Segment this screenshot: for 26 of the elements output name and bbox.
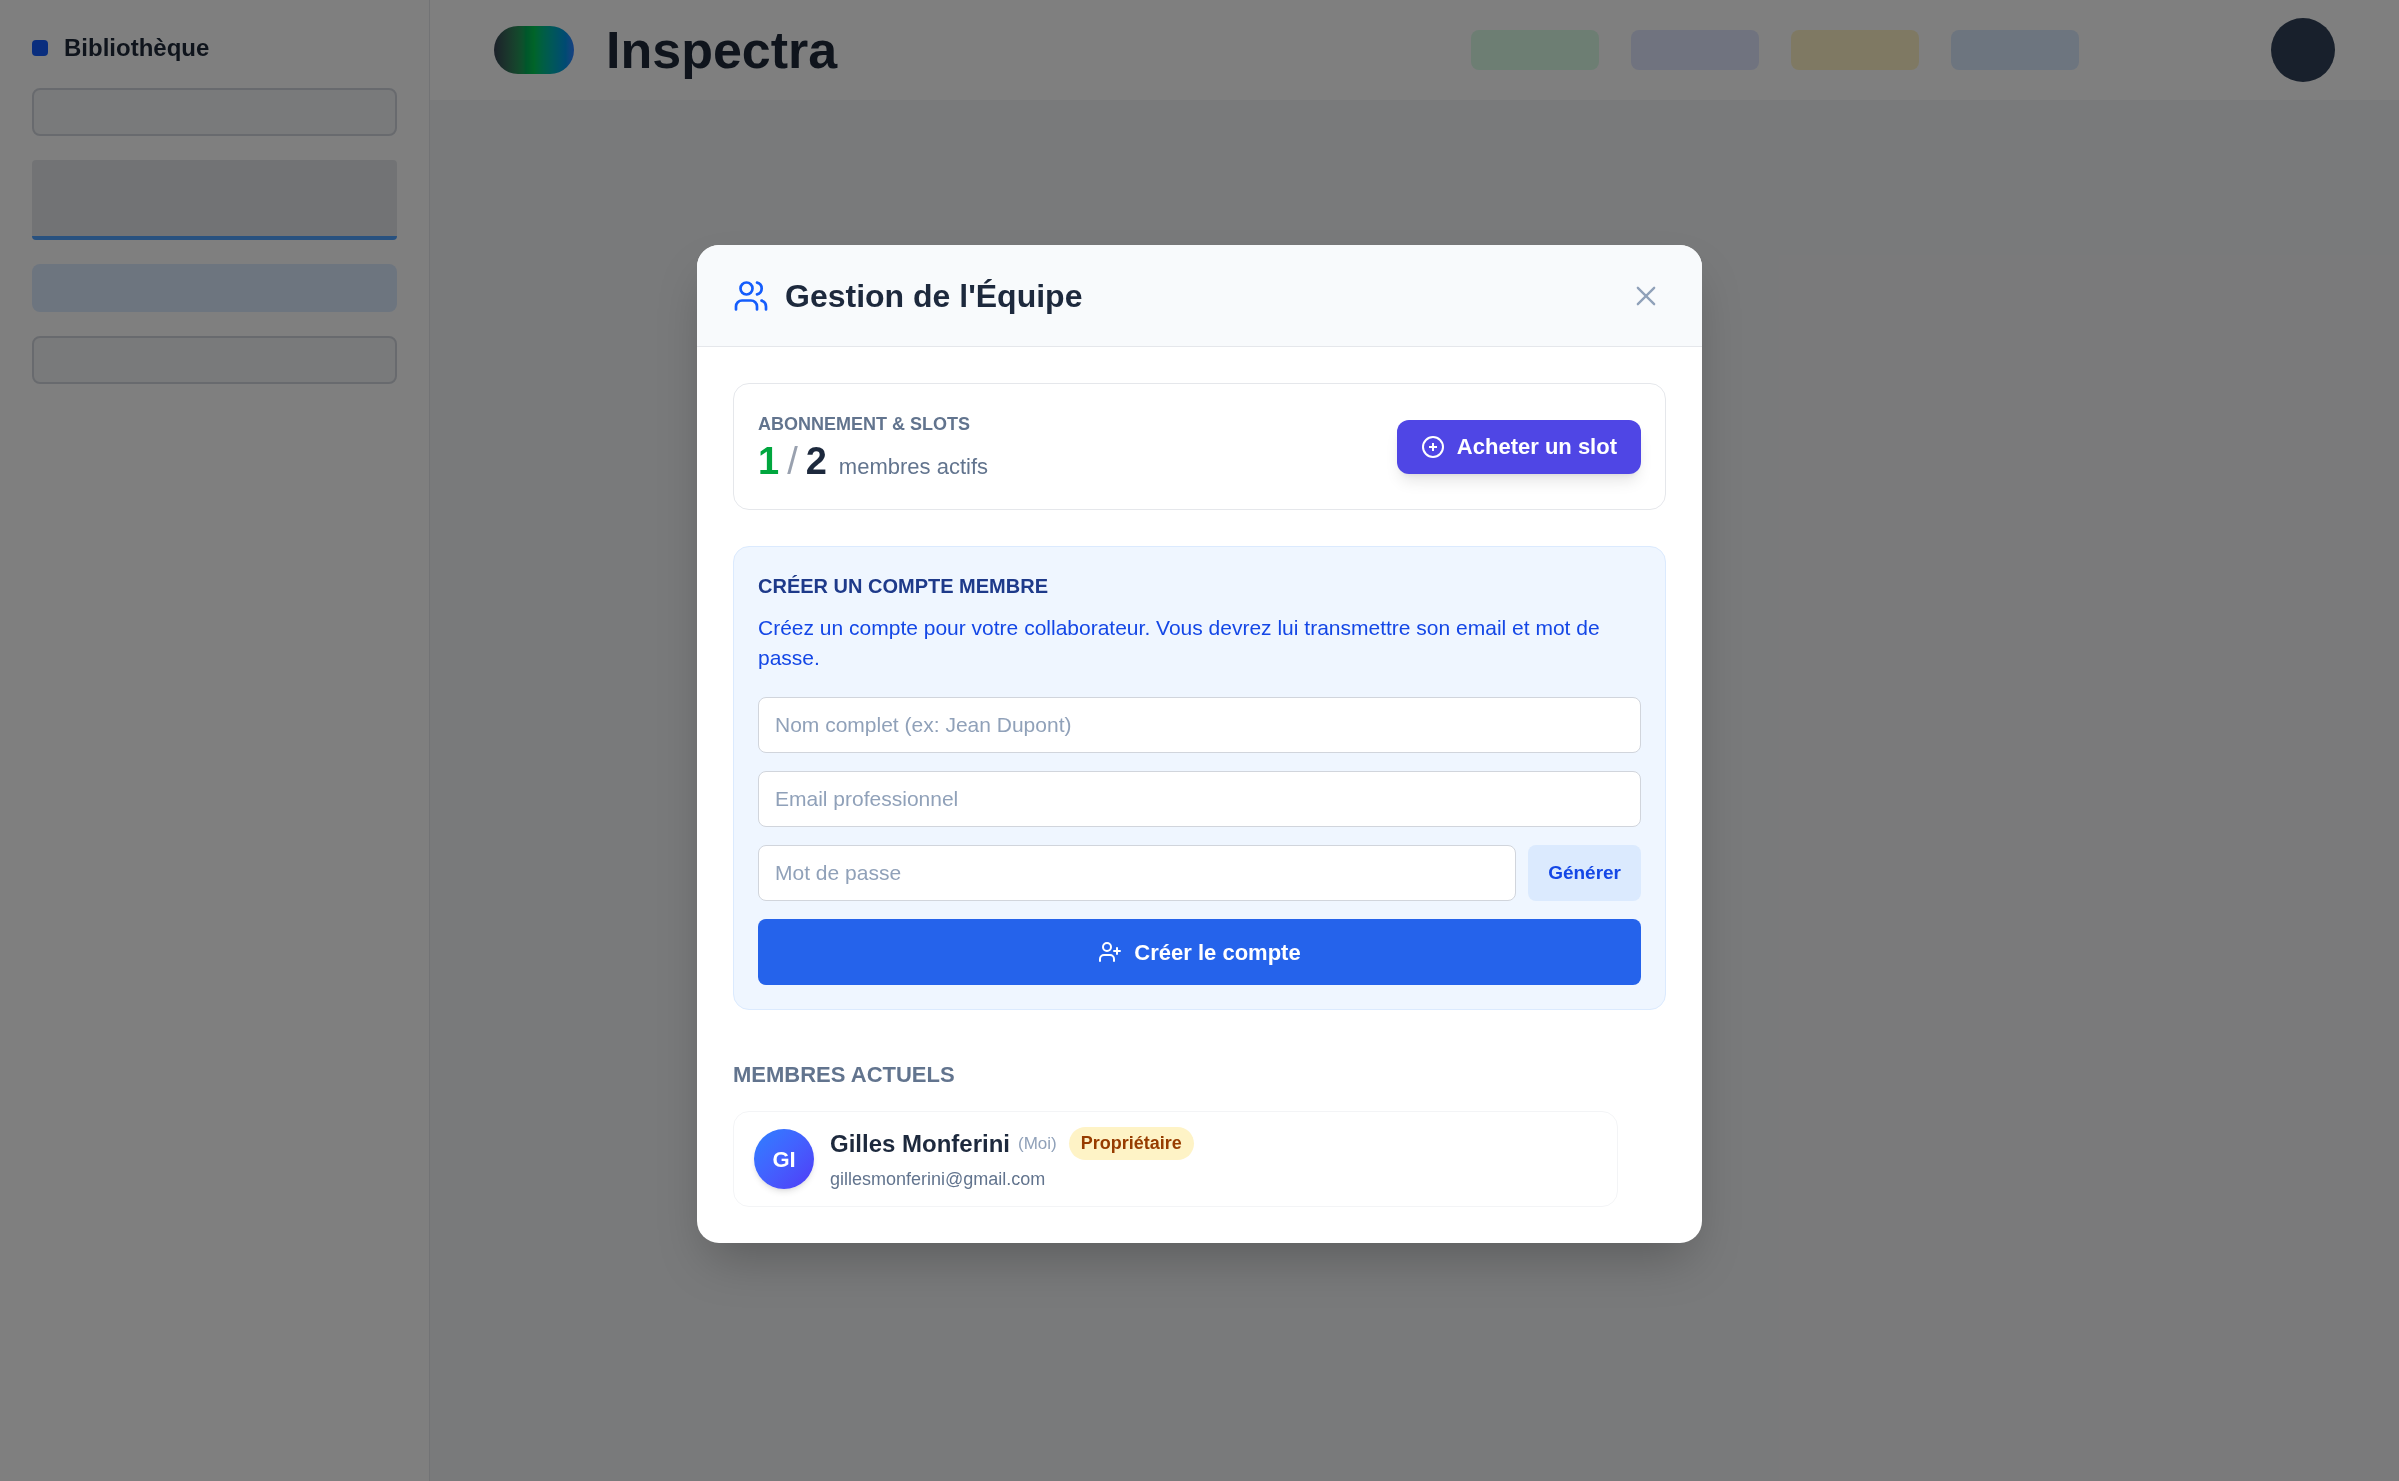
book-icon: [32, 40, 48, 56]
members-heading: MEMBRES ACTUELS: [733, 1061, 956, 1089]
brand-name: Inspectra: [606, 20, 838, 81]
used-count: 1: [758, 441, 780, 480]
total-count: 2: [805, 441, 827, 480]
nav-chip[interactable]: [1791, 30, 1919, 70]
create-heading: CRÉER UN COMPTE MEMBRE: [758, 574, 1049, 599]
input-field[interactable]: Email professionnel: [758, 771, 1641, 827]
create-description: Créez un compte pour votre collaborateur. Vous devrez lui transmettre son email et mot de passe.: [758, 615, 1601, 671]
role-badge: Propriétaire: [1068, 1127, 1194, 1160]
member-avatar: GI: [754, 1129, 814, 1189]
user-plus-icon: [1098, 940, 1123, 964]
input-field[interactable]: Nom complet (ex: Jean Dupont): [758, 697, 1641, 753]
sidebar-title: Bibliothèque: [64, 33, 210, 63]
me-label: (Moi): [1018, 1132, 1057, 1155]
member-name: Gilles Monferini: [830, 1128, 1011, 1159]
subscription-label: ABONNEMENT & SLOTS: [758, 412, 971, 436]
generate-button[interactable]: Générer: [1528, 845, 1641, 901]
count-separator: /: [787, 441, 798, 480]
create-account-button[interactable]: Créer le compte: [758, 919, 1641, 985]
modal-title: Gestion de l'Équipe: [785, 276, 1084, 316]
count-caption: membres actifs: [838, 452, 988, 481]
plus-circle-icon: [1420, 434, 1445, 459]
member-email: gillesmonferini@gmail.com: [830, 1167, 1047, 1191]
input-field[interactable]: Mot de passe: [758, 845, 1517, 901]
buy-slot-button[interactable]: Acheter un slot: [1396, 419, 1641, 474]
